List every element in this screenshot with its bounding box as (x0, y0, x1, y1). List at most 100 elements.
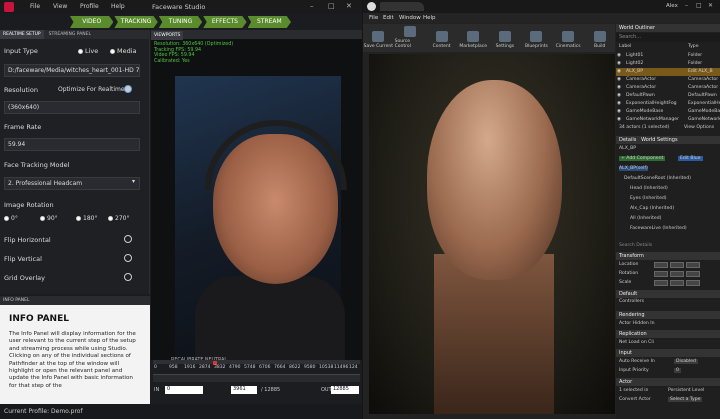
rotation-90[interactable]: 90° (40, 215, 58, 222)
source-control-button[interactable]: Source Control (395, 24, 426, 52)
transform-value-field[interactable] (670, 280, 684, 286)
transform-value-field[interactable] (670, 271, 684, 277)
video-feed[interactable] (175, 76, 347, 406)
ue-minimize-icon[interactable]: – (685, 2, 688, 9)
step-video[interactable]: VIDEO (70, 16, 114, 28)
component-item[interactable]: DefaultSceneRoot (Inherited) (624, 176, 691, 181)
transform-value-field[interactable] (654, 280, 668, 286)
view-options-button[interactable]: View Options (684, 125, 714, 130)
outliner-row[interactable]: ◉ Light02 Folder (616, 60, 720, 68)
menu-file[interactable]: File (30, 3, 40, 10)
component-item[interactable]: ALX_BP(self) (619, 166, 648, 171)
rotation-180[interactable]: 180° (76, 215, 97, 222)
replication-section[interactable]: Replication (616, 330, 720, 338)
input-section[interactable]: Input (616, 349, 720, 357)
component-item[interactable]: Head (Inherited) (630, 186, 668, 191)
ue-menu-edit[interactable]: Edit (383, 15, 394, 21)
menu-help[interactable]: Help (111, 3, 125, 10)
model-select[interactable]: 2. Professional Headcam (4, 177, 140, 190)
transform-value-field[interactable] (686, 271, 700, 277)
radio-live[interactable]: Live (78, 47, 98, 55)
transform-value-field[interactable] (670, 262, 684, 268)
content-button[interactable]: Content (426, 24, 457, 52)
tab-world-settings[interactable]: World Settings (641, 137, 677, 143)
chevron-down-icon[interactable]: ▾ (132, 178, 135, 185)
ue-menu-file[interactable]: File (369, 15, 378, 21)
outliner-row[interactable]: ◉ ExponentialHeightFog ExponentialHeig (616, 100, 720, 108)
eye-icon[interactable]: ◉ (617, 93, 621, 98)
details-search[interactable]: Search Details (619, 243, 652, 248)
optimize-toggle[interactable] (124, 85, 132, 93)
component-item[interactable]: Alx_Cap (Inherited) (630, 206, 674, 211)
transform-value-field[interactable] (686, 262, 700, 268)
out-field[interactable]: 12885 (331, 386, 359, 394)
eye-icon[interactable]: ◉ (617, 101, 621, 106)
in-field[interactable]: 0 (165, 386, 203, 394)
outliner-row[interactable]: ◉ CameraActor CameraActor (616, 84, 720, 92)
outliner-row[interactable]: ◉ CameraActor CameraActor (616, 76, 720, 84)
resolution-field[interactable]: (360x640) (4, 101, 140, 114)
flip-vertical-toggle[interactable] (124, 254, 132, 262)
step-stream[interactable]: STREAM (247, 16, 292, 28)
eye-icon[interactable]: ◉ (617, 69, 621, 74)
step-tuning[interactable]: TUNING (158, 16, 203, 28)
maximize-icon[interactable]: □ (328, 2, 335, 10)
menu-view[interactable]: View (53, 3, 67, 10)
current-frame-field[interactable]: 3961 (231, 386, 257, 394)
frame-rate-field[interactable]: 59.94 (4, 138, 140, 151)
convert-actor-select[interactable]: Select a Type (668, 397, 703, 402)
minimize-icon[interactable]: – (310, 2, 314, 10)
rotation-270[interactable]: 270° (108, 215, 129, 222)
timeline-track[interactable] (153, 374, 360, 382)
eye-icon[interactable]: ◉ (617, 53, 621, 58)
marketplace-button[interactable]: Marketplace (458, 24, 489, 52)
transform-section[interactable]: Transform (616, 252, 720, 260)
grid-overlay-toggle[interactable] (124, 273, 132, 281)
outliner-row[interactable]: ◉ DefaultPawn DefaultPawn (616, 92, 720, 100)
media-path-field[interactable]: D:/faceware/Media/witches_heart_001-HD 7… (4, 64, 140, 77)
cinematics-button[interactable]: Cinematics (553, 24, 584, 52)
level-tab[interactable] (380, 2, 424, 11)
auto-receive-select[interactable]: Disabled (674, 359, 698, 364)
outliner-search[interactable]: Search... (616, 33, 720, 42)
rendering-section[interactable]: Rendering (616, 311, 720, 319)
ue-viewport[interactable] (369, 54, 615, 414)
ue-menu-window[interactable]: Window (399, 15, 421, 21)
playback-controls[interactable] (153, 360, 360, 364)
eye-icon[interactable]: ◉ (617, 77, 621, 82)
tab-streaming-panel[interactable]: STREAMING PANEL (46, 30, 94, 39)
step-effects[interactable]: EFFECTS (203, 16, 247, 28)
step-tracking[interactable]: TRACKING (114, 16, 158, 28)
edit-blueprint-button[interactable]: Edit Blue (678, 156, 703, 161)
radio-media[interactable]: Media (110, 47, 137, 55)
ue-menu-help[interactable]: Help (423, 15, 436, 21)
settings-button[interactable]: Settings (490, 24, 521, 52)
actor-name-field[interactable]: ALX_BP (619, 146, 636, 151)
ue-maximize-icon[interactable]: □ (696, 2, 702, 9)
transform-value-field[interactable] (654, 262, 668, 268)
flip-horizontal-toggle[interactable] (124, 235, 132, 243)
close-icon[interactable]: ✕ (346, 2, 352, 10)
eye-icon[interactable]: ◉ (617, 85, 621, 90)
tab-details[interactable]: Details (619, 137, 636, 143)
default-section[interactable]: Default (616, 290, 720, 298)
transform-value-field[interactable] (654, 271, 668, 277)
tab-realtime-setup[interactable]: REALTIME SETUP (0, 30, 44, 39)
blueprints-button[interactable]: Blueprints (521, 24, 552, 52)
add-component-button[interactable]: + Add Component (619, 156, 666, 161)
eye-icon[interactable]: ◉ (617, 109, 621, 114)
outliner-row[interactable]: ◉ Light01 Folder (616, 52, 720, 60)
input-priority-field[interactable]: 0 (674, 368, 681, 373)
component-item[interactable]: All (Inherited) (630, 216, 661, 221)
outliner-row[interactable]: ◉ GameNetworkManager GameNetworkMa (616, 116, 720, 124)
build-button[interactable]: Build (584, 24, 615, 52)
actor-section[interactable]: Actor (616, 378, 720, 386)
rotation-0[interactable]: 0° (4, 215, 18, 222)
transform-value-field[interactable] (686, 280, 700, 286)
component-item[interactable]: FacewareLive (Inherited) (630, 226, 687, 231)
outliner-row[interactable]: ◉ ALX_BP Edit ALX_B (616, 68, 720, 76)
menu-profile[interactable]: Profile (80, 3, 99, 10)
eye-icon[interactable]: ◉ (617, 61, 621, 66)
eye-icon[interactable]: ◉ (617, 117, 621, 122)
outliner-row[interactable]: ◉ GameModeBase GameModeBase (616, 108, 720, 116)
